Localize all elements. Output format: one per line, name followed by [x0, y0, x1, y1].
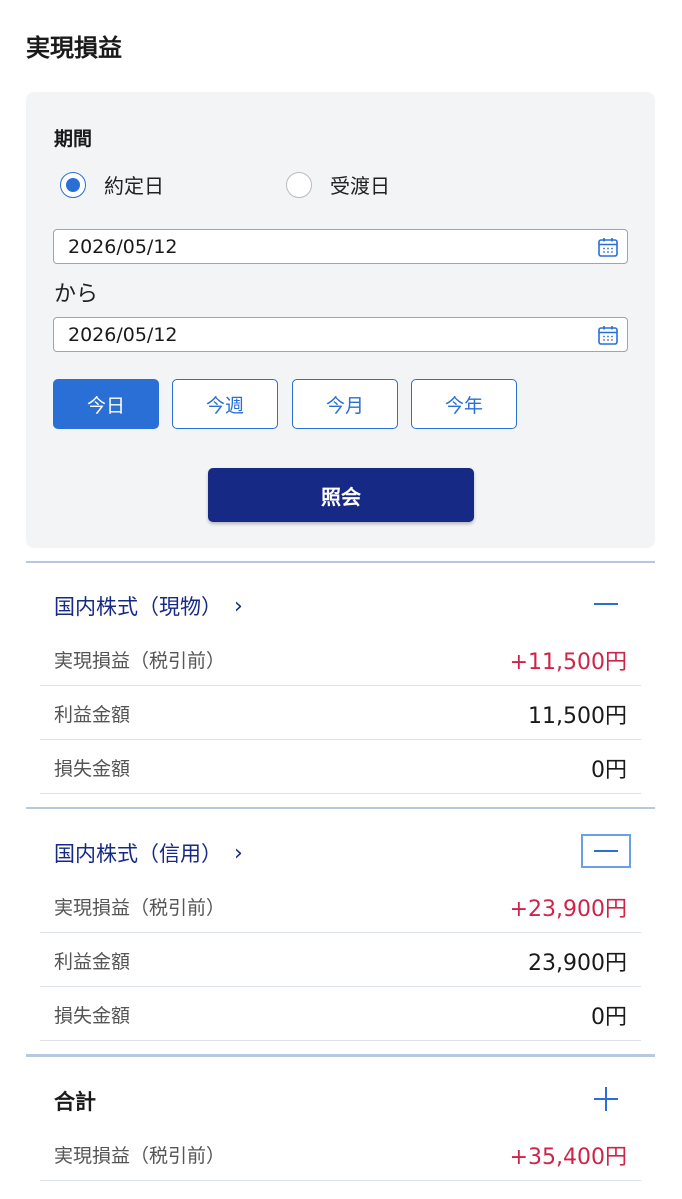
section-divider [26, 807, 655, 809]
search-button[interactable]: 照会 [208, 468, 474, 522]
minus-icon [594, 602, 618, 606]
section-title-link[interactable]: 国内株式（信用） › [54, 838, 243, 868]
collapse-button[interactable] [581, 587, 631, 621]
row-label: 実現損益（税引前） [54, 650, 226, 672]
total-title: 合計 [54, 1090, 96, 1114]
table-row: 実現損益（税引前） +35,400円 [40, 1127, 641, 1181]
from-date-value: 2026/05/12 [68, 235, 178, 258]
row-value: 0円 [591, 1005, 627, 1030]
section-title: 国内株式（信用） [54, 842, 222, 866]
table-row: 実現損益（税引前） +23,900円 [40, 879, 641, 933]
row-value: 0円 [591, 758, 627, 783]
this-month-button[interactable]: 今月 [292, 379, 398, 429]
row-label: 損失金額 [54, 1005, 131, 1027]
calendar-icon[interactable] [597, 236, 619, 258]
table-row: 損失金額 0円 [40, 740, 641, 794]
radio-checked-icon [60, 171, 86, 198]
row-label: 利益金額 [54, 951, 131, 973]
section-domestic-cash: 国内株式（現物） › 実現損益（税引前） +11,500円 利益金額 11,50… [26, 561, 655, 801]
today-button[interactable]: 今日 [53, 379, 159, 429]
radio-trade-date[interactable]: 約定日 [60, 170, 164, 199]
radio-label: 約定日 [104, 174, 164, 198]
section-total: 合計 実現損益（税引前） +35,400円 [26, 1054, 655, 1199]
row-value: +11,500円 [509, 650, 627, 675]
section-title-link[interactable]: 国内株式（現物） › [54, 591, 243, 621]
row-value: 11,500円 [528, 704, 627, 729]
calendar-icon[interactable] [597, 324, 619, 346]
this-week-button[interactable]: 今週 [172, 379, 278, 429]
row-value: +23,900円 [509, 897, 627, 922]
table-row: 利益金額 23,900円 [40, 933, 641, 987]
expand-button[interactable] [581, 1082, 631, 1116]
section-title: 国内株式（現物） [54, 595, 222, 619]
row-label: 実現損益（税引前） [54, 897, 226, 919]
radio-label: 受渡日 [330, 174, 390, 198]
radio-unchecked-icon [286, 171, 312, 198]
section-domestic-margin: 国内株式（信用） › 実現損益（税引前） +23,900円 利益金額 23,90… [26, 807, 655, 1047]
section-divider [26, 561, 655, 563]
row-label: 損失金額 [54, 758, 131, 780]
this-year-button[interactable]: 今年 [411, 379, 517, 429]
table-row: 利益金額 11,500円 [40, 686, 641, 740]
chevron-right-icon: › [234, 840, 243, 866]
row-label: 実現損益（税引前） [54, 1145, 226, 1167]
from-date-input[interactable]: 2026/05/12 [53, 229, 628, 264]
table-row: 損失金額 0円 [40, 987, 641, 1041]
table-row: 実現損益（税引前） +11,500円 [40, 632, 641, 686]
period-filter-panel: 期間 約定日 受渡日 2026/05/12 から 2026/05/12 今日 今… [26, 92, 655, 548]
radio-settlement-date[interactable]: 受渡日 [286, 170, 390, 199]
to-date-value: 2026/05/12 [68, 323, 178, 346]
page-title: 実現損益 [26, 34, 122, 62]
chevron-right-icon: › [234, 593, 243, 619]
collapse-button[interactable] [581, 834, 631, 868]
period-label: 期間 [54, 128, 93, 150]
row-value: +35,400円 [509, 1145, 627, 1170]
to-date-input[interactable]: 2026/05/12 [53, 317, 628, 352]
section-divider [26, 1054, 655, 1057]
minus-icon [594, 849, 618, 853]
row-value: 23,900円 [528, 951, 627, 976]
row-label: 利益金額 [54, 704, 131, 726]
date-range-separator: から [54, 282, 99, 307]
